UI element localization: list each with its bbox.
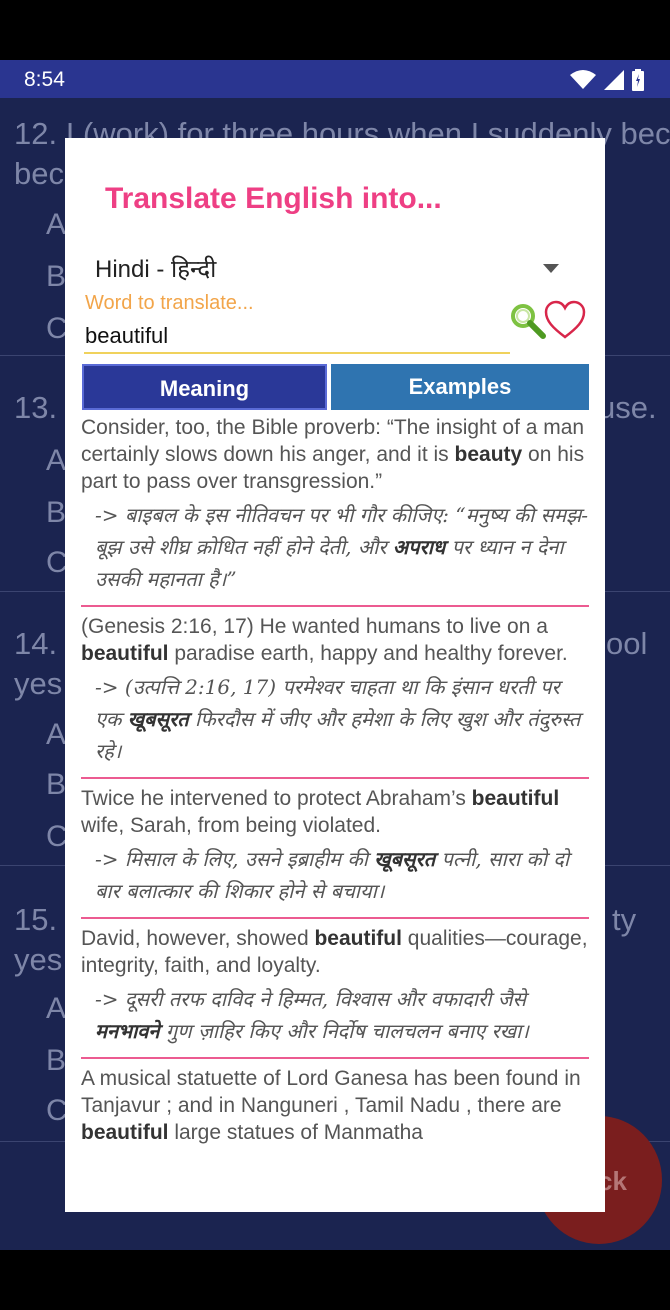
examples-list: Consider, too, the Bible proverb: “The i… bbox=[81, 414, 589, 1184]
search-icon[interactable] bbox=[509, 302, 547, 340]
example-hindi: -> दूसरी तरफ दाविद ने हिम्मत, विश्वास और… bbox=[95, 987, 529, 1043]
option-a[interactable]: A bbox=[46, 992, 66, 1026]
question-15-end: ty bbox=[612, 902, 637, 937]
option-b[interactable]: B bbox=[46, 1044, 66, 1078]
bottom-black-band bbox=[0, 1250, 670, 1310]
language-select[interactable]: Hindi - हिन्दी bbox=[95, 252, 565, 286]
list-item: Twice he intervened to protect Abraham’s… bbox=[81, 785, 589, 919]
tab-examples[interactable]: Examples bbox=[331, 364, 589, 410]
example-hindi: -> बाइबल के इस नीतिवचन पर भी गौर कीजिए: … bbox=[95, 503, 588, 591]
word-input[interactable] bbox=[84, 320, 510, 354]
question-12-line2: bec bbox=[14, 156, 64, 191]
battery-icon bbox=[632, 69, 644, 91]
option-a[interactable]: A bbox=[46, 208, 66, 242]
example-english: (Genesis 2:16, 17) He wanted humans to l… bbox=[81, 615, 568, 665]
option-b[interactable]: B bbox=[46, 260, 66, 294]
option-a[interactable]: A bbox=[46, 444, 66, 478]
list-item: A musical statuette of Lord Ganesa has b… bbox=[81, 1065, 589, 1156]
status-icons bbox=[570, 69, 644, 91]
chevron-down-icon bbox=[543, 264, 559, 273]
language-value: Hindi - हिन्दी bbox=[95, 256, 217, 283]
example-hindi: -> मिसाल के लिए, उसने इब्राहीम की खूबसूर… bbox=[95, 847, 570, 903]
question-14-end: ool bbox=[606, 626, 648, 661]
translate-dialog: Translate English into... Hindi - हिन्दी… bbox=[65, 138, 605, 1212]
question-14-number: 14. bbox=[14, 626, 58, 661]
status-bar: 8:54 bbox=[0, 60, 670, 98]
option-a[interactable]: A bbox=[46, 718, 66, 752]
status-time: 8:54 bbox=[24, 68, 65, 91]
heart-icon[interactable] bbox=[543, 300, 587, 340]
example-english: David, however, showed beautiful qualiti… bbox=[81, 927, 588, 977]
question-13-number: 13. bbox=[14, 390, 58, 425]
question-13-end: use. bbox=[598, 390, 657, 425]
example-english: Twice he intervened to protect Abraham’s… bbox=[81, 787, 560, 837]
option-b[interactable]: B bbox=[46, 768, 66, 802]
cell-signal-icon bbox=[604, 70, 624, 90]
question-14-line2: yes bbox=[14, 666, 63, 701]
question-15-number: 15. bbox=[14, 902, 58, 937]
example-hindi: -> (उत्पत्ति 2:16, 17) परमेश्वर चाहता था… bbox=[95, 675, 581, 763]
example-english: Consider, too, the Bible proverb: “The i… bbox=[81, 416, 585, 493]
list-item: David, however, showed beautiful qualiti… bbox=[81, 925, 589, 1059]
list-item: (Genesis 2:16, 17) He wanted humans to l… bbox=[81, 613, 589, 779]
top-black-band bbox=[0, 0, 670, 60]
tab-meaning[interactable]: Meaning bbox=[82, 364, 327, 410]
example-english: A musical statuette of Lord Ganesa has b… bbox=[81, 1067, 581, 1144]
list-item: Consider, too, the Bible proverb: “The i… bbox=[81, 414, 589, 607]
option-b[interactable]: B bbox=[46, 496, 66, 530]
word-to-translate-label: Word to translate... bbox=[85, 292, 254, 314]
question-15-line2: yes bbox=[14, 942, 63, 977]
dialog-title: Translate English into... bbox=[105, 182, 442, 215]
wifi-icon bbox=[570, 70, 596, 89]
